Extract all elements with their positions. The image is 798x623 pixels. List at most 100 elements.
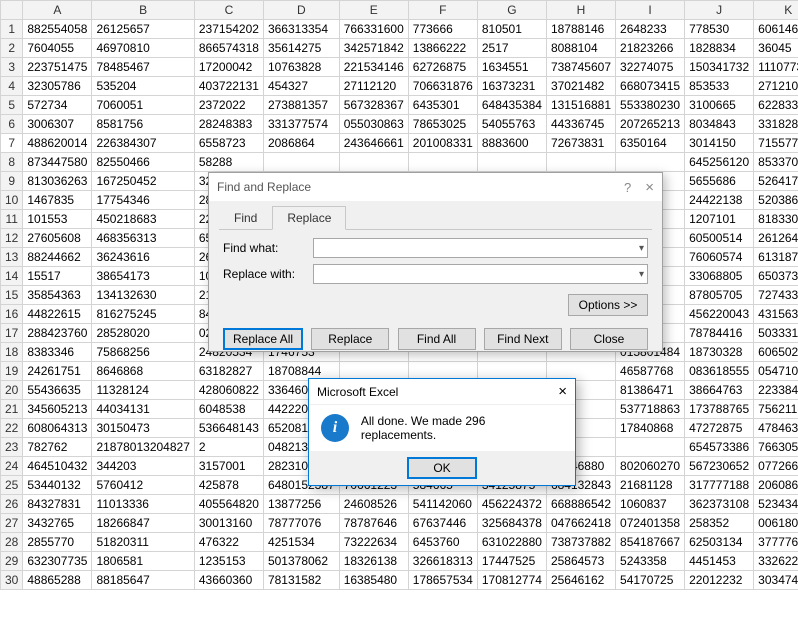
cell[interactable]: 6453760 (408, 533, 477, 552)
cell[interactable]: 654573386 (685, 438, 754, 457)
cell[interactable]: 8088104 (546, 39, 615, 58)
cell[interactable]: 853533 (685, 77, 754, 96)
cell[interactable]: 428060822 (194, 381, 263, 400)
cell[interactable]: 403722131 (194, 77, 263, 96)
cell[interactable]: 853370246 (754, 153, 798, 172)
cell[interactable]: 243646661 (339, 134, 408, 153)
cell[interactable]: 1207101 (685, 210, 754, 229)
row-header[interactable]: 1 (1, 20, 23, 39)
cell[interactable]: 325684378 (477, 514, 546, 533)
cell[interactable]: 62726875 (408, 58, 477, 77)
cell[interactable]: 2086864 (263, 134, 339, 153)
cell[interactable]: 21823266 (616, 39, 685, 58)
cell[interactable]: 3014150 (685, 134, 754, 153)
cell[interactable]: 3432765 (23, 514, 92, 533)
row-header[interactable]: 29 (1, 552, 23, 571)
cell[interactable]: 88185647 (92, 571, 194, 590)
cell[interactable]: 28248383 (194, 115, 263, 134)
cell[interactable]: 645256120 (685, 153, 754, 172)
cell[interactable]: 488620014 (23, 134, 92, 153)
cell[interactable]: 43660360 (194, 571, 263, 590)
row-header[interactable]: 4 (1, 77, 23, 96)
cell[interactable]: 331377574 (263, 115, 339, 134)
cell[interactable]: 54170725 (616, 571, 685, 590)
cell[interactable]: 17200042 (194, 58, 263, 77)
cell[interactable]: 170812774 (477, 571, 546, 590)
cell[interactable]: 536648143 (194, 419, 263, 438)
cell[interactable]: 44822615 (23, 305, 92, 324)
dialog-titlebar[interactable]: Find and Replace ? × (209, 173, 662, 201)
cell[interactable]: 567328367 (339, 96, 408, 115)
tab-find[interactable]: Find (219, 206, 272, 230)
cell[interactable]: 606146441 (754, 20, 798, 39)
cell[interactable]: 30013160 (194, 514, 263, 533)
cell[interactable]: 261264461 (754, 229, 798, 248)
cell[interactable]: 38664763 (685, 381, 754, 400)
cell[interactable]: 456220043 (685, 305, 754, 324)
cell[interactable]: 131516881 (546, 96, 615, 115)
cell[interactable]: 3777760 (754, 533, 798, 552)
cell[interactable]: 8383346 (23, 343, 92, 362)
row-header[interactable]: 22 (1, 419, 23, 438)
cell[interactable]: 178657534 (408, 571, 477, 590)
row-header[interactable]: 11 (1, 210, 23, 229)
cell[interactable]: 813036263 (23, 172, 92, 191)
cell[interactable]: 7604055 (23, 39, 92, 58)
cell[interactable]: 22012232 (685, 571, 754, 590)
cell[interactable]: 405564820 (194, 495, 263, 514)
cell[interactable]: 342571842 (339, 39, 408, 58)
column-header-E[interactable]: E (339, 1, 408, 20)
cell[interactable]: 53440132 (23, 476, 92, 495)
cell[interactable]: 303474625 (754, 571, 798, 590)
column-header-A[interactable]: A (23, 1, 92, 20)
cell[interactable]: 18326138 (339, 552, 408, 571)
cell[interactable]: 7060051 (92, 96, 194, 115)
cell[interactable]: 608064313 (23, 419, 92, 438)
cell[interactable]: 8581756 (92, 115, 194, 134)
row-header[interactable]: 17 (1, 324, 23, 343)
cell[interactable]: 345605213 (23, 400, 92, 419)
row-header[interactable]: 5 (1, 96, 23, 115)
cell[interactable]: 6558723 (194, 134, 263, 153)
close-icon[interactable]: × (645, 179, 654, 196)
cell[interactable]: 32305786 (23, 77, 92, 96)
cell[interactable]: 8646868 (92, 362, 194, 381)
cell[interactable]: 87805705 (685, 286, 754, 305)
column-header-B[interactable]: B (92, 1, 194, 20)
cell[interactable]: 173788765 (685, 400, 754, 419)
cell[interactable]: 58288 (194, 153, 263, 172)
cell[interactable]: 44034131 (92, 400, 194, 419)
cell[interactable]: 1634551 (477, 58, 546, 77)
close-button[interactable]: Close (570, 328, 648, 350)
cell[interactable]: 206086554 (754, 476, 798, 495)
cell[interactable]: 537718863 (616, 400, 685, 419)
cell[interactable]: 2 (194, 438, 263, 457)
cell[interactable]: 78131582 (263, 571, 339, 590)
row-header[interactable]: 27 (1, 514, 23, 533)
cell[interactable]: 6503737 (754, 267, 798, 286)
cell[interactable]: 75621185 (754, 400, 798, 419)
cell[interactable]: 67637446 (408, 514, 477, 533)
row-header[interactable]: 15 (1, 286, 23, 305)
cell[interactable]: 27605608 (23, 229, 92, 248)
row-header[interactable]: 26 (1, 495, 23, 514)
cell[interactable]: 38654173 (92, 267, 194, 286)
cell[interactable]: 273881357 (263, 96, 339, 115)
cell[interactable]: 425878 (194, 476, 263, 495)
cell[interactable]: 873447580 (23, 153, 92, 172)
cell[interactable]: 60500514 (685, 229, 754, 248)
cell[interactable] (616, 438, 685, 457)
cell[interactable]: 63182827 (194, 362, 263, 381)
cell[interactable]: 27112120 (339, 77, 408, 96)
cell[interactable]: 631022880 (477, 533, 546, 552)
cell[interactable]: 25646162 (546, 571, 615, 590)
cell[interactable]: 802060270 (616, 457, 685, 476)
cell[interactable]: 553380230 (616, 96, 685, 115)
cell[interactable]: 6350164 (616, 134, 685, 153)
cell[interactable]: 072401358 (616, 514, 685, 533)
cell[interactable]: 1806581 (92, 552, 194, 571)
find-what-input[interactable]: ▾ (313, 238, 648, 258)
cell[interactable]: 11107731 (754, 58, 798, 77)
cell[interactable]: 2233842 (754, 381, 798, 400)
cell[interactable]: 17840868 (616, 419, 685, 438)
